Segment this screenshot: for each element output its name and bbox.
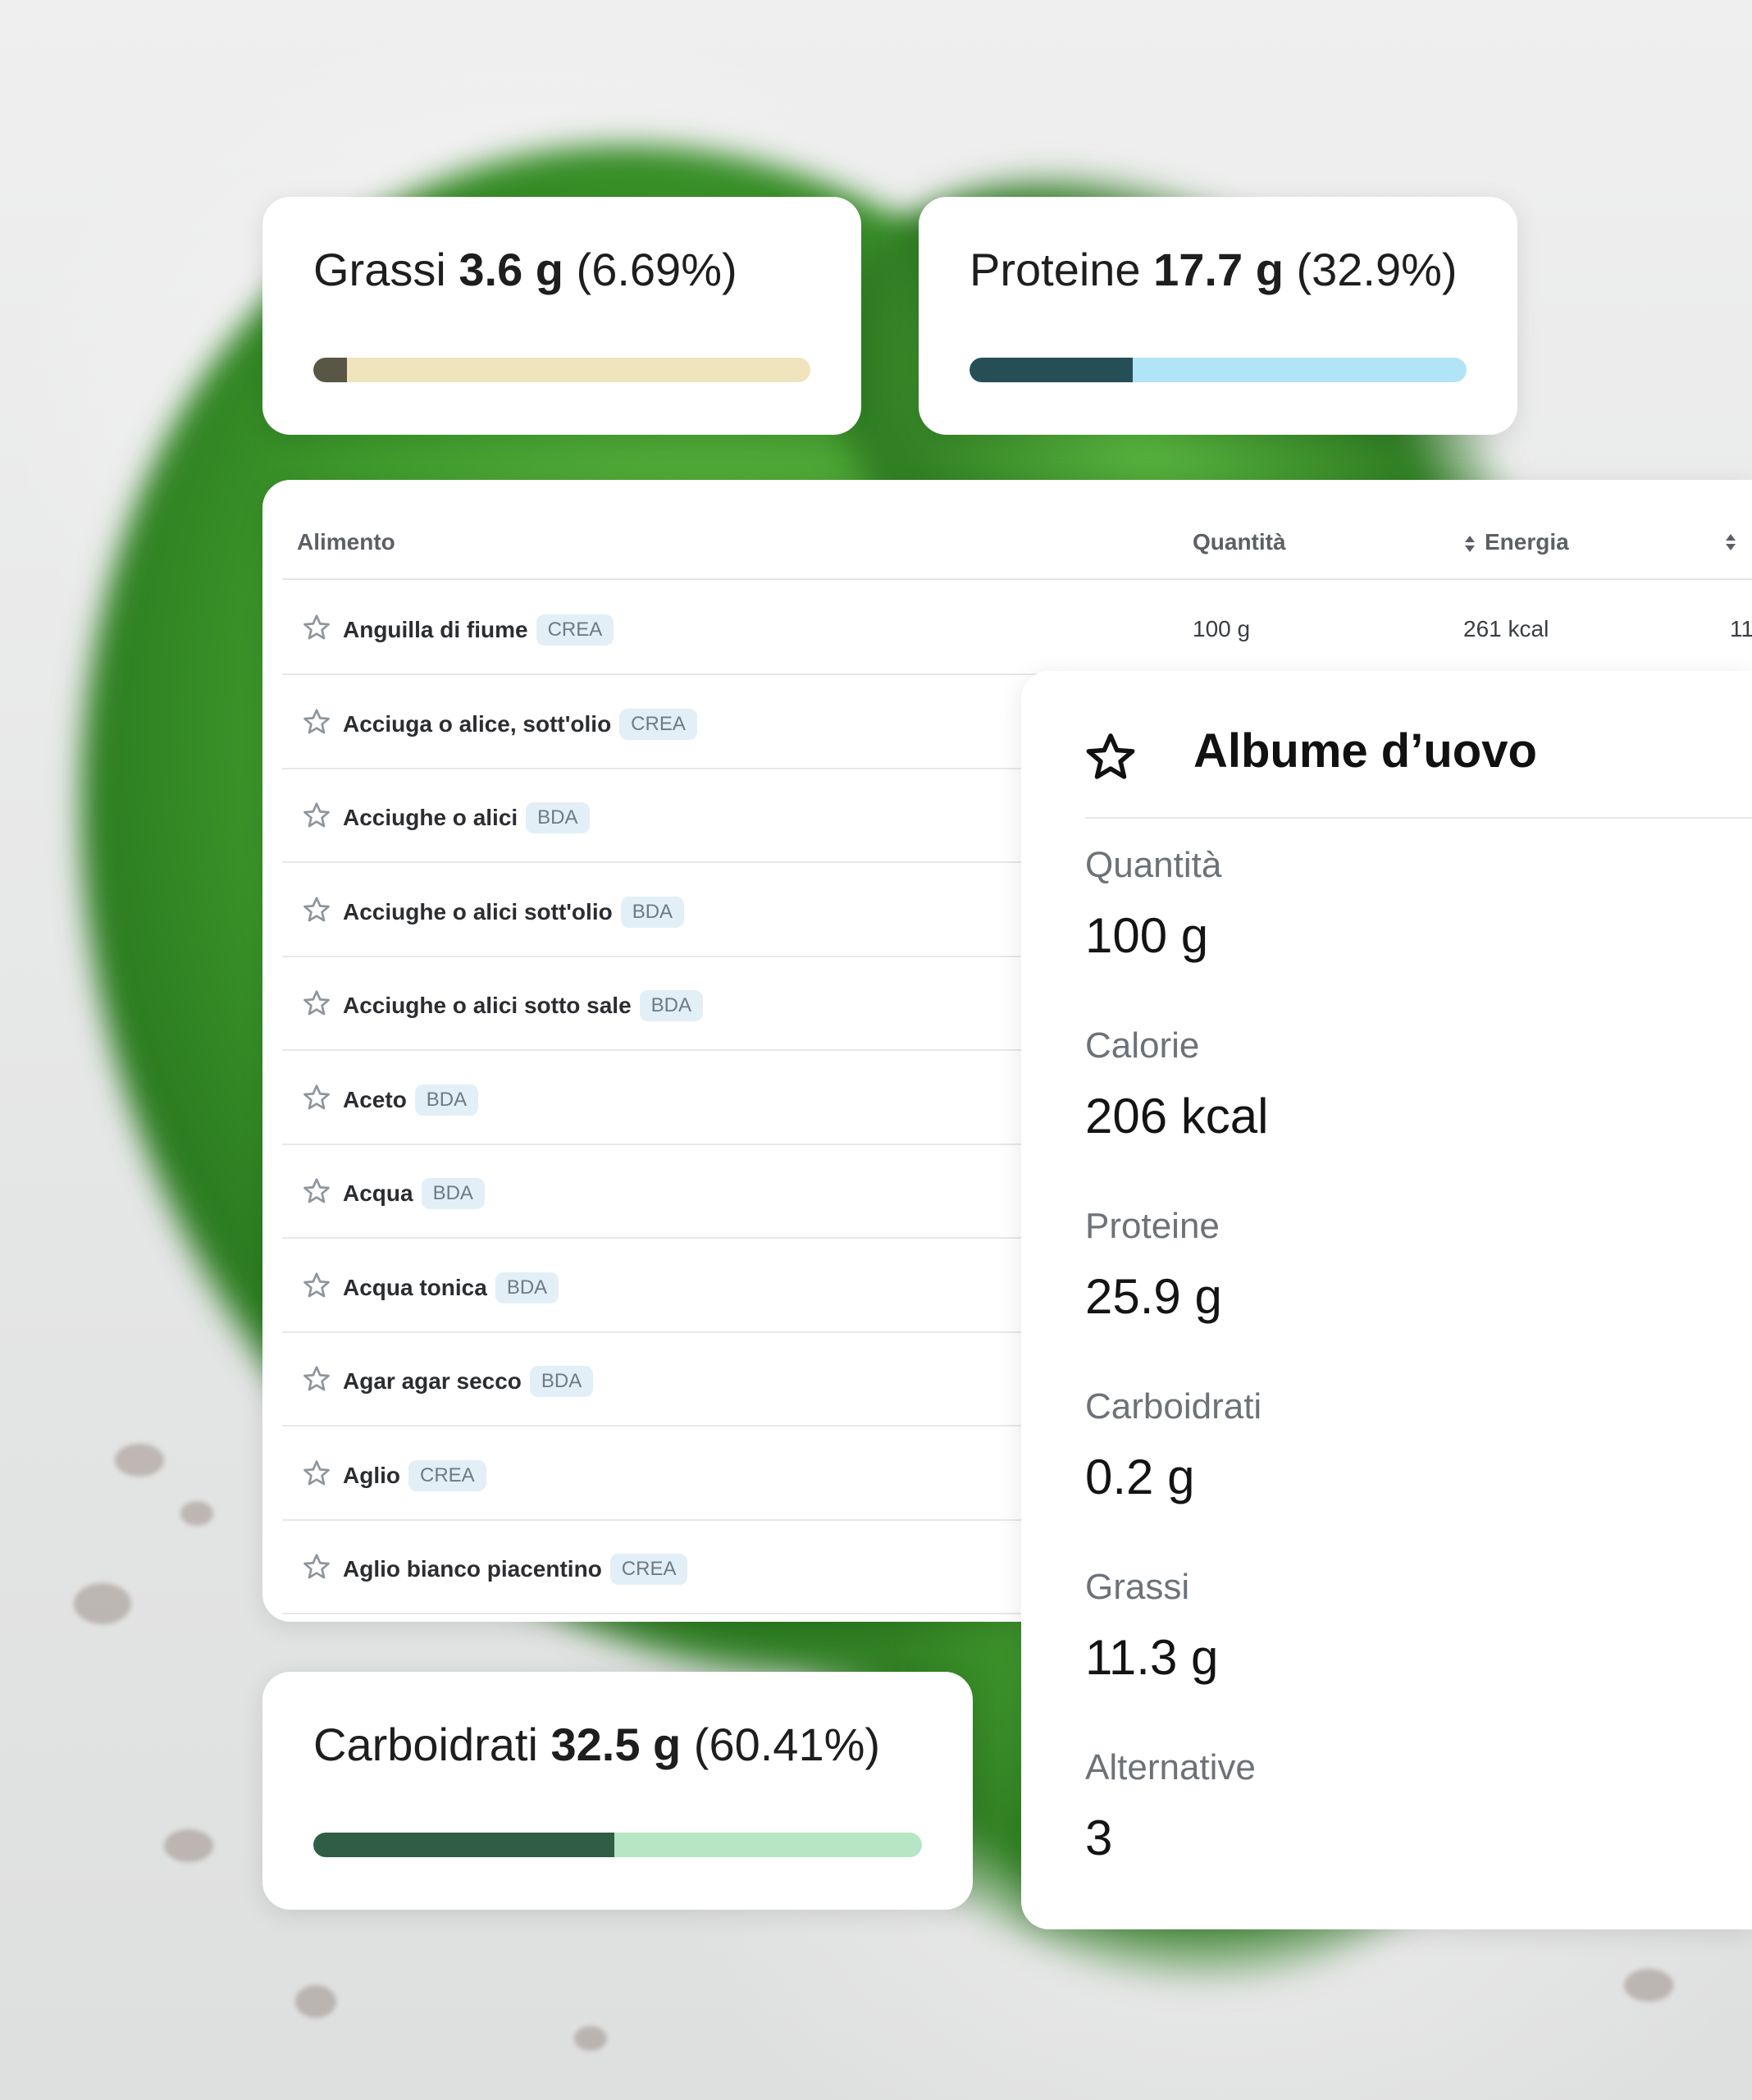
speckle [115, 1444, 164, 1477]
detail-field-label: Quantità [1085, 845, 1222, 885]
detail-field-label: Calorie [1085, 1025, 1200, 1066]
food-name-text: Agar agar secco [343, 1368, 522, 1394]
food-name-text: Acqua [343, 1180, 413, 1206]
detail-field-value: 0.2 g [1085, 1449, 1195, 1504]
detail-field-label: Carboidrati [1085, 1386, 1262, 1427]
macro-label: Grassi [313, 244, 446, 295]
food-name-text: Aglio bianco piacentino [343, 1556, 602, 1582]
macro-bar-carboidrati [313, 1833, 922, 1857]
detail-field-label: Grassi [1085, 1567, 1190, 1607]
divider [1085, 817, 1752, 819]
macro-bar-fill [313, 358, 347, 382]
source-badge: CREA [619, 708, 697, 740]
food-name: Aceto BDA [343, 1084, 479, 1116]
macro-text-grassi: Grassi 3.6 g (6.69%) [313, 243, 810, 296]
food-name: Anguilla di fiume CREA [343, 614, 614, 646]
food-name: Aglio CREA [343, 1459, 486, 1491]
macro-bar-proteine [970, 358, 1467, 382]
column-header-quantity[interactable]: Quantità [1193, 529, 1286, 555]
column-header-energy-label: Energia [1485, 529, 1569, 555]
favorite-star-icon[interactable] [302, 1364, 331, 1394]
macro-card-proteine: Proteine 17.7 g (32.9%) [919, 197, 1517, 435]
detail-field-value: 25.9 g [1085, 1269, 1222, 1324]
favorite-star-icon[interactable] [302, 613, 331, 642]
favorite-star-icon[interactable] [302, 1083, 331, 1112]
food-name: Aglio bianco piacentino CREA [343, 1554, 688, 1585]
food-name-text: Acqua tonica [343, 1274, 487, 1300]
food-name-text: Aglio [343, 1462, 400, 1488]
source-badge: BDA [529, 1366, 594, 1397]
macro-percent: (32.9%) [1296, 244, 1458, 295]
column-header-food[interactable]: Alimento [297, 529, 395, 555]
source-badge: CREA [408, 1459, 486, 1491]
macro-percent: (6.69%) [576, 244, 737, 295]
food-name: Acqua tonica BDA [343, 1271, 559, 1303]
detail-field-value: 100 g [1085, 908, 1209, 963]
favorite-star-icon[interactable] [302, 1271, 331, 1300]
macro-label: Proteine [970, 244, 1141, 295]
quantity-cell: 100 g [1193, 616, 1251, 641]
speckle [180, 1501, 213, 1526]
food-name: Acciughe o alici sott'olio BDA [343, 896, 685, 928]
source-badge: CREA [536, 614, 614, 646]
macro-bar-fill [313, 1833, 614, 1857]
sort-icon[interactable] [1724, 532, 1737, 552]
source-badge: BDA [526, 802, 590, 833]
speckle [1624, 1969, 1673, 2002]
detail-field-value: 3 [1085, 1810, 1113, 1865]
source-badge: BDA [620, 896, 685, 928]
macro-amount: 32.5 g [550, 1719, 682, 1770]
favorite-star-icon[interactable] [302, 988, 331, 1018]
food-name-text: Acciuga o alice, sott'olio [343, 710, 612, 737]
food-name-text: Acciughe o alici sott'olio [343, 898, 613, 924]
source-badge: BDA [639, 990, 704, 1021]
source-badge: BDA [495, 1271, 559, 1303]
extra-cell: 11.8 [1730, 616, 1752, 641]
star-icon[interactable] [1084, 730, 1138, 784]
food-name: Agar agar secco BDA [343, 1366, 594, 1397]
column-header-energy[interactable]: Energia [1463, 529, 1569, 555]
speckle [574, 2026, 607, 2051]
food-name: Acciuga o alice, sott'olio CREA [343, 708, 697, 740]
food-name-text: Acciughe o alici sotto sale [343, 993, 632, 1018]
macro-amount: 3.6 g [459, 244, 563, 295]
food-name: Acciughe o alici sotto sale BDA [343, 990, 704, 1021]
source-badge: BDA [414, 1084, 479, 1116]
food-name-text: Anguilla di fiume [343, 617, 528, 642]
detail-field-label: Alternative [1085, 1747, 1256, 1787]
detail-field-value: 11.3 g [1085, 1630, 1219, 1685]
macro-card-grassi: Grassi 3.6 g (6.69%) [262, 197, 861, 435]
sort-icon [1465, 535, 1475, 552]
macro-percent: (60.41%) [693, 1719, 881, 1770]
table-header: Alimento Quantità Energia [282, 480, 1752, 580]
energy-cell: 261 kcal [1463, 616, 1549, 641]
detail-title: Albume d’uovo [1193, 724, 1537, 778]
table-row[interactable]: Anguilla di fiume CREA 100 g 261 kcal 11.8 [282, 580, 1752, 675]
source-badge: BDA [421, 1178, 485, 1209]
favorite-star-icon[interactable] [302, 801, 331, 830]
favorite-star-icon[interactable] [302, 895, 331, 924]
speckle [74, 1583, 131, 1624]
macro-amount: 17.7 g [1153, 244, 1284, 295]
macro-card-carboidrati: Carboidrati 32.5 g (60.41%) [262, 1672, 973, 1910]
food-name-text: Aceto [343, 1086, 407, 1112]
macro-bar-fill [970, 358, 1134, 382]
source-badge: CREA [609, 1554, 688, 1585]
macro-bar-grassi [313, 358, 810, 382]
macro-text-proteine: Proteine 17.7 g (32.9%) [970, 243, 1467, 296]
macro-text-carboidrati: Carboidrati 32.5 g (60.41%) [313, 1718, 922, 1771]
food-name: Acqua BDA [343, 1178, 485, 1209]
food-name-text: Acciughe o alici [343, 805, 518, 830]
speckle [295, 1985, 336, 2018]
detail-field-value: 206 kcal [1085, 1089, 1269, 1144]
macro-label: Carboidrati [313, 1719, 538, 1770]
food-detail-panel: Albume d’uovo Quantità 100 g Calorie 206 kc… [1021, 671, 1752, 1929]
favorite-star-icon[interactable] [302, 1459, 331, 1488]
food-name: Acciughe o alici BDA [343, 802, 590, 833]
detail-field-label: Proteine [1085, 1206, 1220, 1246]
favorite-star-icon[interactable] [302, 1176, 331, 1206]
favorite-star-icon[interactable] [302, 1552, 331, 1582]
speckle [164, 1829, 213, 1862]
favorite-star-icon[interactable] [302, 707, 331, 737]
